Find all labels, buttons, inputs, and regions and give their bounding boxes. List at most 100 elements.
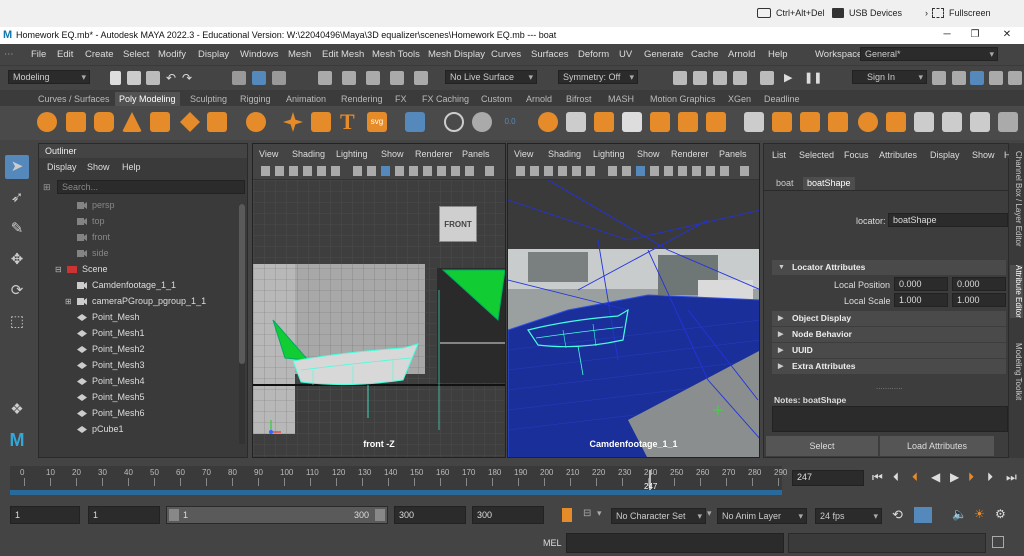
viewport-front-canvas[interactable]: FRONT <box>253 180 505 457</box>
unfold-icon[interactable] <box>970 112 990 132</box>
uv-editor-icon[interactable] <box>886 112 906 132</box>
vp-front-menu-show[interactable]: Show <box>381 149 404 159</box>
outliner-item[interactable]: ⊟ Scene <box>39 262 237 277</box>
auto-map-icon[interactable] <box>942 112 962 132</box>
poly-cube-icon[interactable] <box>66 112 86 132</box>
menu-edit-mesh[interactable]: Edit Mesh <box>322 49 364 60</box>
fullscreen-button[interactable]: Fullscreen <box>932 8 991 18</box>
vp-front-menu-renderer[interactable]: Renderer <box>415 149 453 159</box>
shelf-tab-bifrost[interactable]: Bifrost <box>562 92 596 106</box>
outliner-item[interactable]: Point_Mesh2 <box>39 342 237 357</box>
menu-windows[interactable]: Windows <box>240 49 279 60</box>
connect-icon[interactable] <box>800 112 820 132</box>
attr-tab-boat[interactable]: boat <box>772 177 798 190</box>
bridge-icon[interactable] <box>678 112 698 132</box>
poly-plane-icon[interactable] <box>180 112 200 132</box>
usb-devices-button[interactable]: USB Devices › <box>832 8 928 18</box>
outliner-item[interactable]: side <box>39 246 237 261</box>
attr-tab-boatshape[interactable]: boatShape <box>803 177 855 190</box>
svg-tool-icon[interactable]: svg <box>367 112 387 132</box>
character-icon[interactable] <box>952 71 966 85</box>
pause-icon[interactable]: ❚❚ <box>804 71 822 85</box>
command-input[interactable] <box>566 533 784 553</box>
vp-front-menu-view[interactable]: View <box>259 149 278 159</box>
move-tool-icon[interactable]: ✥ <box>5 248 29 272</box>
menu-deform[interactable]: Deform <box>578 49 609 60</box>
soft-select-icon[interactable] <box>858 112 878 132</box>
snap-curve-icon[interactable] <box>342 71 356 85</box>
shelf-tab-fx-caching[interactable]: FX Caching <box>418 92 473 106</box>
menu-cache[interactable]: Cache <box>691 49 718 60</box>
menu-file[interactable]: File <box>31 49 46 60</box>
play-backward-icon[interactable]: ◀ <box>931 470 940 484</box>
menu-arnold[interactable]: Arnold <box>728 49 755 60</box>
expand-icon[interactable]: ⊞ <box>65 294 72 309</box>
rotate-tool-icon[interactable]: ⟳ <box>5 279 29 303</box>
combine-icon[interactable] <box>538 112 558 132</box>
step-forward-key-icon[interactable]: ⏵ <box>968 470 974 485</box>
live-surface-dropdown[interactable]: No Live Surface <box>445 70 537 84</box>
menu-help[interactable]: Help <box>768 49 788 60</box>
attr-menu-focus[interactable]: Focus <box>844 150 869 160</box>
menu-set-dropdown[interactable]: Modeling <box>8 70 90 84</box>
scale-tool-icon[interactable]: ⬚ <box>5 310 29 334</box>
extrude-icon[interactable] <box>650 112 670 132</box>
outliner-item[interactable]: Point_Mesh3 <box>39 358 237 373</box>
outliner-item[interactable]: persp <box>39 198 237 213</box>
close-button[interactable]: ✕ <box>994 28 1020 42</box>
step-forward-icon[interactable]: ⏵ <box>987 470 993 485</box>
attr-menu-show[interactable]: Show <box>972 150 995 160</box>
menu-surfaces[interactable]: Surfaces <box>531 49 569 60</box>
layout-icon[interactable]: ❖ <box>5 398 29 422</box>
new-scene-icon[interactable] <box>110 71 121 85</box>
playback-end-field[interactable]: 300 <box>394 506 466 524</box>
play-forward-icon[interactable]: ▶ <box>950 470 959 484</box>
menu-edit[interactable]: Edit <box>57 49 73 60</box>
snap-surface-icon[interactable] <box>414 71 428 85</box>
local-position-x-field[interactable]: 0.000 <box>894 277 948 291</box>
menu-mesh-tools[interactable]: Mesh Tools <box>372 49 420 60</box>
anim-layer-chevron-icon[interactable]: ▾ <box>707 508 712 519</box>
workspace-dropdown[interactable]: General* <box>860 47 998 61</box>
shelf-tab-xgen[interactable]: XGen <box>724 92 755 106</box>
filter-icon[interactable]: ⊞ <box>43 182 51 193</box>
planar-map-icon[interactable] <box>914 112 934 132</box>
tool-settings-icon[interactable] <box>989 71 1003 85</box>
character-set-dropdown[interactable]: No Character Set <box>611 508 706 524</box>
menu-create[interactable]: Create <box>85 49 114 60</box>
menu-select[interactable]: Select <box>123 49 149 60</box>
shelf-tab-poly-modeling[interactable]: Poly Modeling <box>115 92 180 106</box>
type-tool-icon[interactable]: T <box>340 111 360 133</box>
sound-icon[interactable]: 🔈 <box>952 507 967 521</box>
outliner-item[interactable]: Camdenfootage_1_1 <box>39 278 237 293</box>
workspace-icon[interactable] <box>932 71 946 85</box>
attr-menu-display[interactable]: Display <box>930 150 960 160</box>
poly-torus-icon[interactable] <box>150 112 170 132</box>
snap-grid-icon[interactable] <box>318 71 332 85</box>
vp-front-menu-lighting[interactable]: Lighting <box>336 149 368 159</box>
section-locator-attributes[interactable]: Locator Attributes <box>772 260 1006 275</box>
playback-start-field[interactable]: 1 <box>88 506 160 524</box>
shelf-tab-sculpting[interactable]: Sculpting <box>186 92 231 106</box>
outliner-item[interactable]: top <box>39 214 237 229</box>
select-hierarchy-icon[interactable] <box>232 71 246 85</box>
script-editor-icon[interactable] <box>992 536 1004 548</box>
shelf-extra-icon[interactable] <box>998 112 1018 132</box>
viewport-camera[interactable]: View Shading Lighting Show Renderer Pane… <box>507 143 760 458</box>
auto-key-icon[interactable] <box>562 508 572 522</box>
outliner-item[interactable]: Point_Mesh5 <box>39 390 237 405</box>
side-tab-modeling-toolkit[interactable]: Modeling Toolkit <box>1010 343 1023 400</box>
platonic-solid-icon[interactable] <box>246 112 266 132</box>
viewport-front[interactable]: View Shading Lighting Show Renderer Pane… <box>252 143 506 458</box>
locator-name-field[interactable]: boatShape <box>888 213 1008 227</box>
outliner-menu-help[interactable]: Help <box>122 162 141 172</box>
render-settings-icon[interactable] <box>733 71 747 85</box>
multi-cut-icon[interactable] <box>744 112 764 132</box>
outliner-item[interactable]: ⊞ cameraPGroup_pgroup_1_1 <box>39 294 237 309</box>
cached-playback-icon[interactable] <box>914 507 932 523</box>
vp-camera-menu-shading[interactable]: Shading <box>548 149 581 159</box>
load-attributes-button[interactable]: Load Attributes <box>880 436 994 456</box>
loop-icon[interactable]: ⟲ <box>892 507 903 523</box>
vp-front-menu-panels[interactable]: Panels <box>462 149 490 159</box>
shelf-tab-rendering[interactable]: Rendering <box>337 92 387 106</box>
